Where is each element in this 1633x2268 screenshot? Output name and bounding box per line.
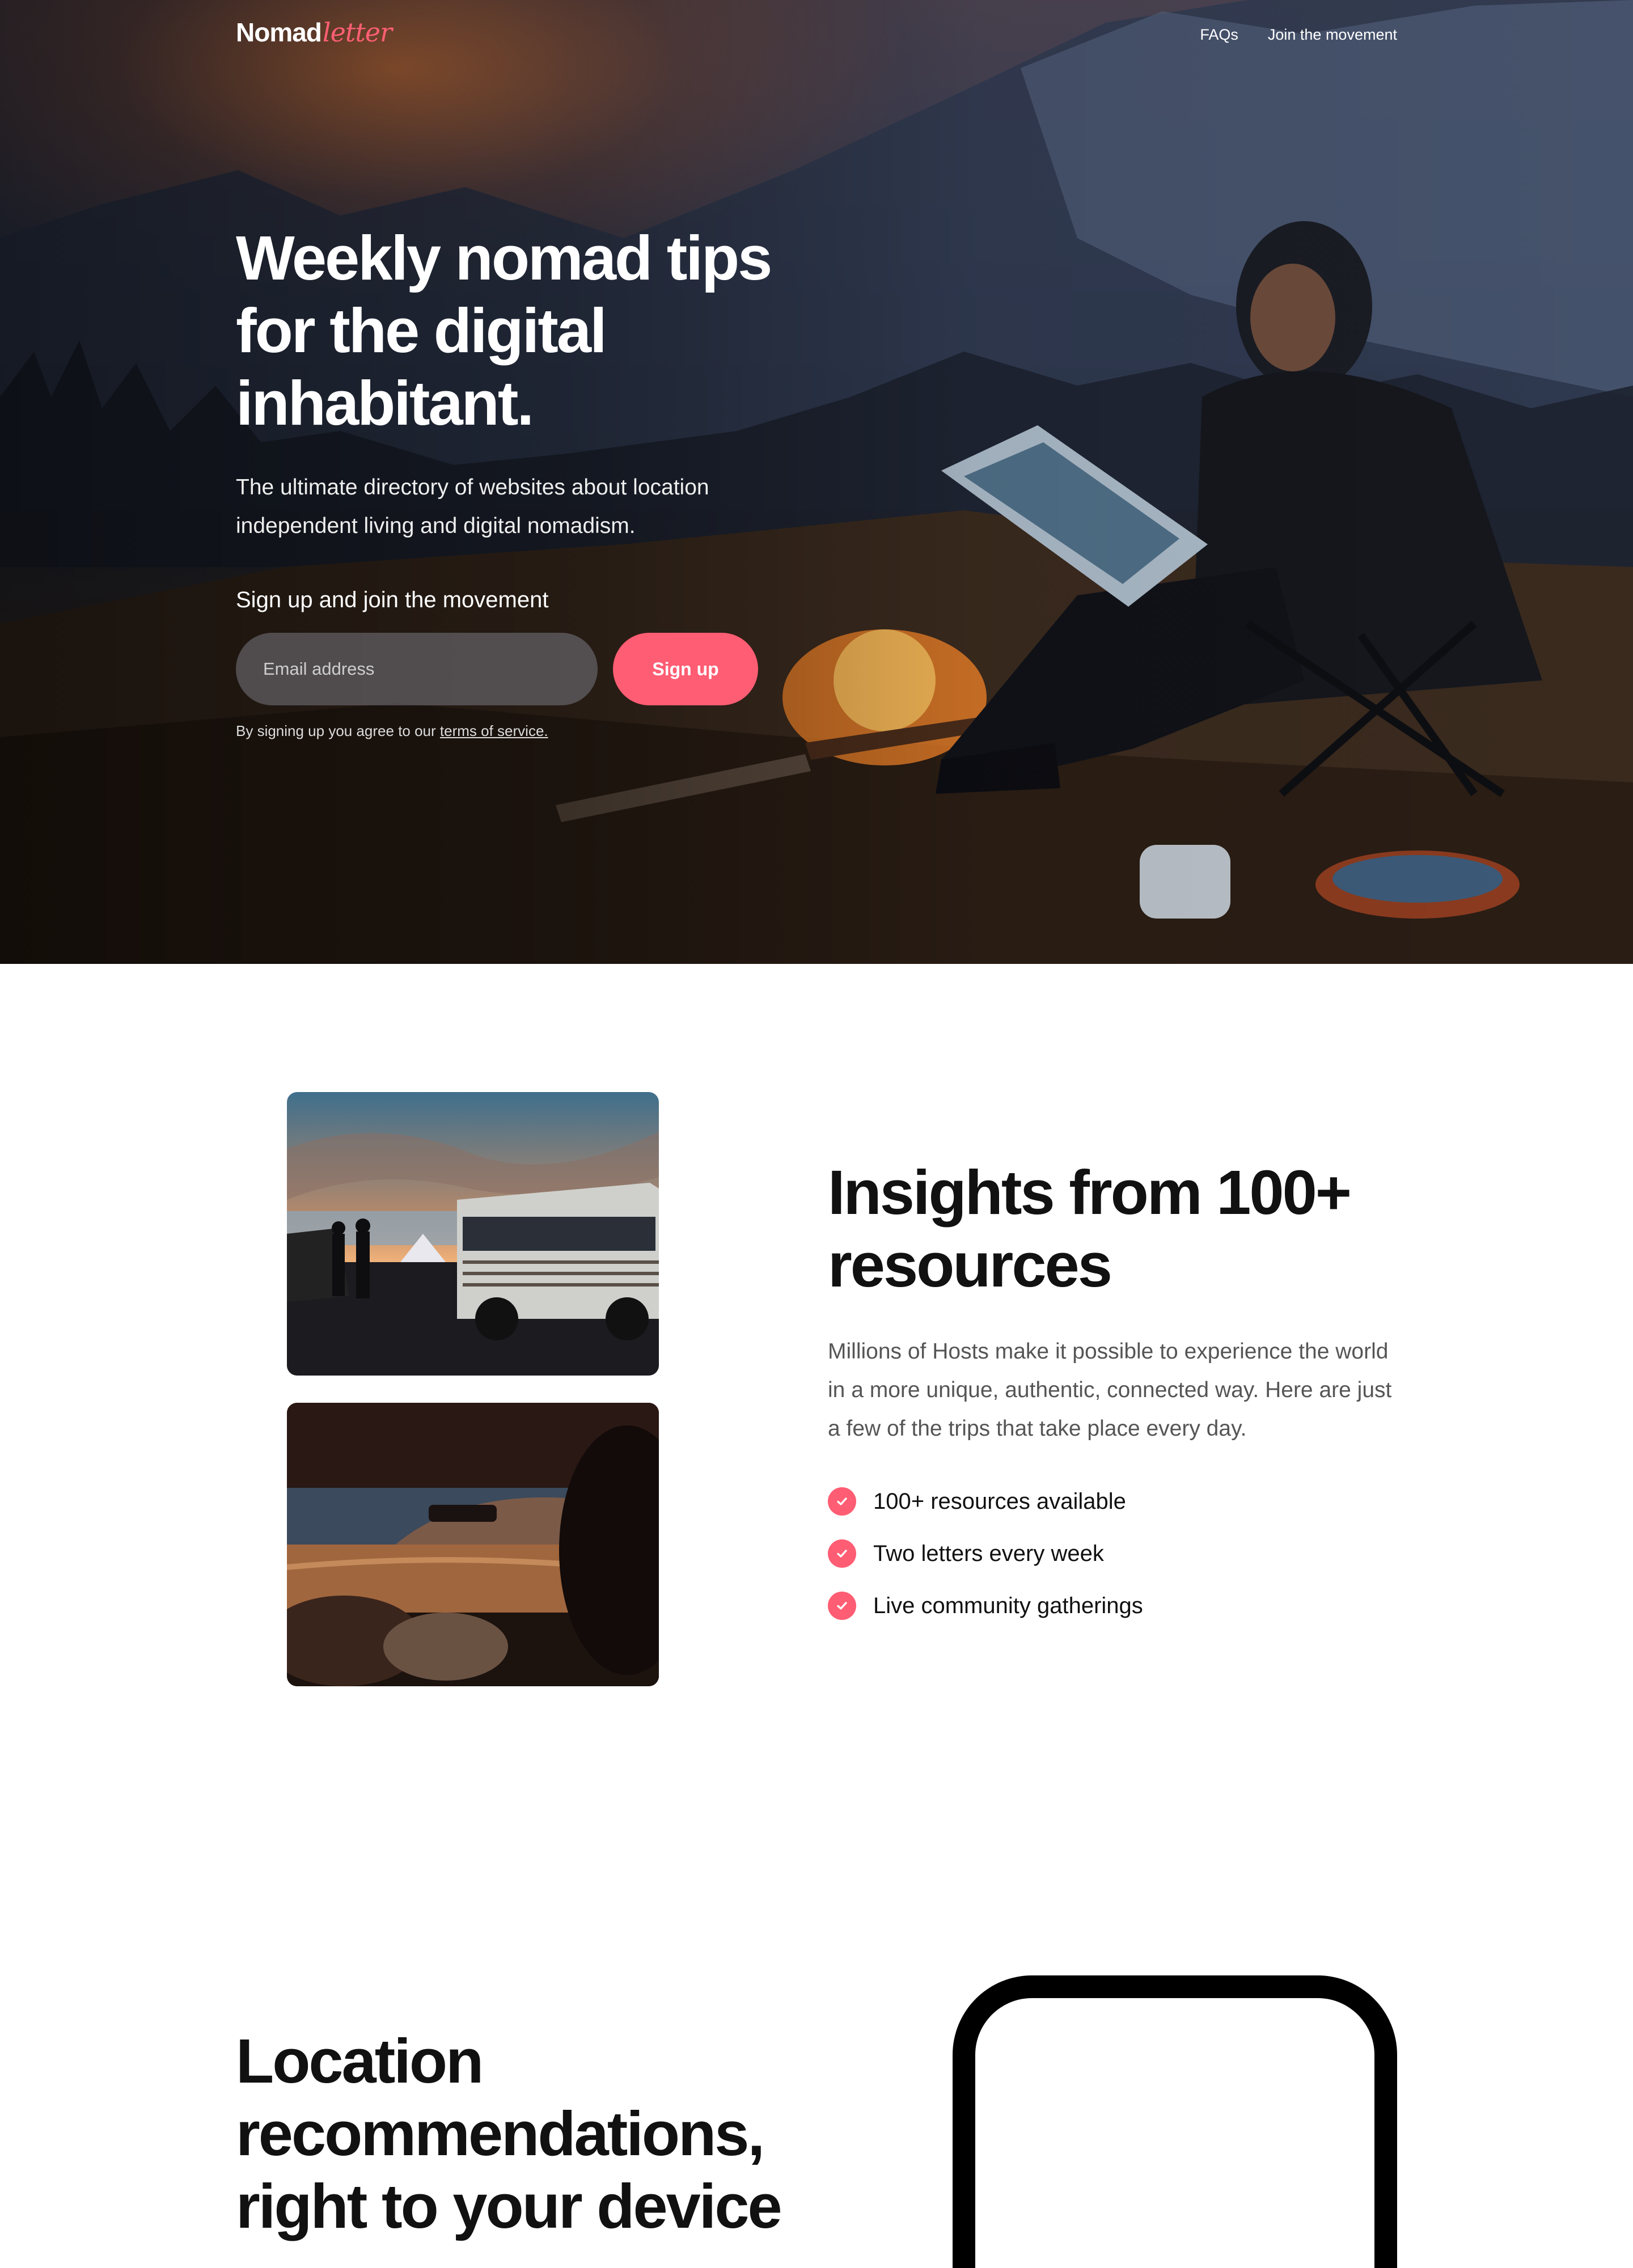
feature-item: 100+ resources available — [828, 1475, 1143, 1527]
signup-button[interactable]: Sign up — [613, 633, 758, 705]
feature-item: Two letters every week — [828, 1527, 1143, 1580]
terms-note: By signing up you agree to our terms of … — [236, 722, 548, 740]
nav-link-faqs[interactable]: FAQs — [1200, 26, 1238, 44]
feature-item: Live community gatherings — [828, 1580, 1143, 1632]
hero-subtitle: The ultimate directory of websites about… — [236, 475, 709, 538]
signup-heading: Sign up and join the movement — [236, 587, 549, 612]
road-trip-photo — [287, 1403, 659, 1686]
site-logo[interactable]: Nomad letter — [236, 17, 392, 57]
email-input[interactable] — [236, 633, 598, 705]
logo-wordmark: Nomad — [236, 18, 322, 47]
feature-label: Live community gatherings — [873, 1593, 1143, 1618]
feature-label: Two letters every week — [873, 1541, 1104, 1566]
check-icon — [828, 1592, 856, 1620]
check-icon — [828, 1539, 856, 1568]
feature-list: 100+ resources available Two letters eve… — [828, 1475, 1143, 1632]
terms-prefix: By signing up you agree to our — [236, 722, 436, 739]
rv-lake-photo — [287, 1092, 659, 1376]
terms-link[interactable]: terms of service. — [440, 722, 548, 739]
nav-link-join[interactable]: Join the movement — [1268, 26, 1397, 44]
insights-description: Millions of Hosts make it possible to ex… — [828, 1339, 1392, 1441]
location-title: Location recommendations, right to your … — [236, 2026, 782, 2241]
check-icon — [828, 1487, 856, 1516]
insights-title: Insights from 100+ resources — [828, 1158, 1352, 1300]
logo-script: letter — [322, 17, 392, 48]
hero-section: Nomad letter FAQs Join the movement Week… — [0, 0, 1633, 964]
phone-mockup — [953, 1975, 1397, 2268]
top-nav: FAQs Join the movement — [1200, 26, 1397, 44]
feature-label: 100+ resources available — [873, 1488, 1126, 1514]
hero-title: Weekly nomad tips for the digital inhabi… — [236, 223, 772, 438]
